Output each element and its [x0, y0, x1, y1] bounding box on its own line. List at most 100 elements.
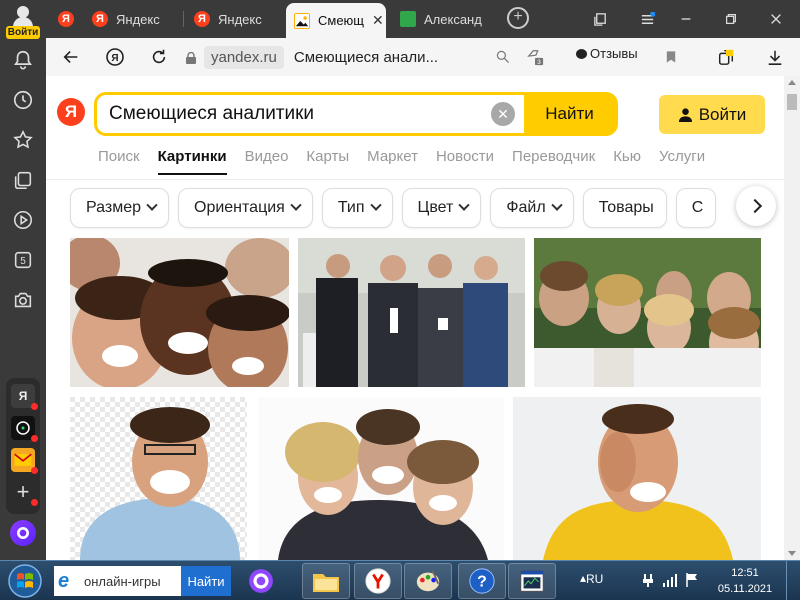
network-plug-icon[interactable]: [640, 572, 656, 591]
browser-menu-icon[interactable]: [634, 6, 660, 32]
mail-app-icon[interactable]: [11, 448, 38, 474]
service-tab-news[interactable]: Новости: [436, 148, 494, 175]
filter-size[interactable]: Размер: [70, 188, 169, 228]
notifications-bell-icon[interactable]: [8, 45, 38, 75]
restore-window-icon[interactable]: [718, 6, 744, 32]
url-domain: yandex.ru: [204, 45, 284, 69]
translate-icon[interactable]: [490, 44, 516, 70]
filter-more[interactable]: С: [675, 188, 717, 228]
search-input[interactable]: Смеющиеся аналитики: [97, 95, 491, 133]
add-app-icon[interactable]: +: [11, 479, 38, 506]
action-center-flag-icon[interactable]: [684, 572, 700, 591]
service-tab-translate[interactable]: Переводчик: [512, 148, 595, 175]
image-result[interactable]: [70, 397, 247, 560]
service-tab-search[interactable]: Поиск: [98, 148, 140, 175]
image-result[interactable]: [258, 397, 504, 560]
protect-badge-icon[interactable]: 3: [522, 44, 548, 70]
yandex-app-icon[interactable]: Я: [11, 384, 38, 410]
task-manager-icon[interactable]: [508, 563, 556, 599]
close-window-icon[interactable]: [763, 6, 789, 32]
services-nav: Поиск Картинки Видео Карты Маркет Новост…: [98, 148, 723, 175]
alice-taskbar-icon[interactable]: [240, 563, 282, 599]
image-result[interactable]: [298, 238, 525, 387]
svg-text:3: 3: [537, 59, 541, 66]
ie-logo-icon: e: [58, 570, 70, 592]
chevron-down-icon: [369, 199, 382, 211]
video-play-icon[interactable]: [8, 205, 38, 235]
tab-yandex-1[interactable]: Я Яндекс: [84, 3, 184, 35]
scroll-thumb[interactable]: [787, 94, 797, 110]
close-tab-icon[interactable]: ✕: [372, 12, 384, 29]
collections-icon[interactable]: [8, 165, 38, 195]
history-clock-icon[interactable]: [8, 85, 38, 115]
service-tab-q[interactable]: Кью: [613, 148, 641, 175]
extensions-icon[interactable]: [713, 44, 739, 70]
reviews-bubble-icon: [576, 48, 587, 59]
zen-five-icon[interactable]: 5: [8, 245, 38, 275]
filter-orientation[interactable]: Ориентация: [178, 188, 313, 228]
windows-taskbar: e онлайн-игры Найти ? ▴ RU 12:51 05.11.2…: [0, 560, 800, 600]
tab-alexander[interactable]: Александ: [392, 3, 500, 35]
yandex-favicon-icon: Я: [58, 11, 74, 27]
service-tab-images[interactable]: Картинки: [157, 148, 227, 175]
svg-text:Я: Я: [111, 53, 118, 64]
filters-next-button[interactable]: [736, 186, 776, 226]
image-result[interactable]: [513, 397, 761, 560]
language-indicator[interactable]: RU: [586, 572, 606, 586]
scroll-up-icon[interactable]: [788, 80, 796, 85]
tab-images-active[interactable]: Смеющ ✕: [286, 3, 386, 38]
help-icon[interactable]: ?: [458, 563, 506, 599]
screenshot-camera-icon[interactable]: [8, 285, 38, 315]
tabs-overview-icon[interactable]: [587, 6, 613, 32]
divider: [46, 179, 800, 180]
filter-color[interactable]: Цвет: [401, 188, 482, 228]
search-submit-button[interactable]: Найти: [524, 95, 615, 133]
yandex-browser-taskbar-icon[interactable]: [354, 563, 402, 599]
scroll-down-icon[interactable]: [788, 551, 796, 556]
minimize-window-icon[interactable]: [673, 6, 699, 32]
url-field[interactable]: yandex.ru Смеющиеся анали...: [186, 43, 616, 71]
filter-products[interactable]: Товары: [582, 188, 667, 228]
start-button[interactable]: [6, 563, 44, 599]
clear-search-icon[interactable]: ✕: [491, 102, 515, 126]
account-button[interactable]: Войти: [4, 4, 42, 40]
bookmark-flag-icon[interactable]: [658, 44, 684, 70]
paint-icon[interactable]: [404, 563, 452, 599]
page-content: Я Смеющиеся аналитики ✕ Найти Войти Поис…: [46, 76, 800, 560]
downloads-icon[interactable]: [762, 44, 788, 70]
filter-type[interactable]: Тип: [321, 188, 393, 228]
taskbar-search-button[interactable]: Найти: [181, 566, 231, 596]
taskbar-clock[interactable]: 12:51 05.11.2021: [712, 565, 778, 597]
signal-bars-icon[interactable]: [662, 572, 678, 591]
filter-file[interactable]: Файл: [490, 188, 574, 228]
back-arrow-icon[interactable]: [58, 44, 84, 70]
service-tab-video[interactable]: Видео: [245, 148, 289, 175]
alice-assistant-icon[interactable]: [10, 520, 36, 546]
tab-yandex-2[interactable]: Я Яндекс: [186, 3, 282, 35]
yandex-home-icon[interactable]: Я: [102, 44, 128, 70]
yandex-logo[interactable]: Я: [57, 98, 85, 126]
address-bar-row: Я yandex.ru Смеющиеся анали... 3 Отзывы: [46, 38, 800, 76]
image-result[interactable]: [70, 238, 289, 387]
chevron-down-icon: [551, 199, 563, 211]
music-app-icon[interactable]: [11, 416, 38, 442]
show-desktop-button[interactable]: [786, 561, 800, 600]
taskbar-search-input[interactable]: онлайн-игры: [84, 574, 181, 589]
reload-icon[interactable]: [146, 44, 172, 70]
file-explorer-icon[interactable]: [302, 563, 350, 599]
yandex-favicon-icon: Я: [92, 11, 108, 27]
login-button[interactable]: Войти: [659, 95, 765, 134]
bookmarks-star-icon[interactable]: [8, 125, 38, 155]
svg-text:?: ?: [477, 574, 487, 591]
lock-icon: [186, 51, 196, 64]
service-tab-services[interactable]: Услуги: [659, 148, 705, 175]
image-result[interactable]: [534, 238, 761, 387]
clock-time: 12:51: [731, 567, 759, 579]
service-tab-maps[interactable]: Карты: [306, 148, 349, 175]
tab-pinned-yandex[interactable]: Я: [50, 3, 82, 35]
new-tab-button[interactable]: +: [507, 7, 529, 29]
reviews-button[interactable]: Отзывы: [576, 46, 638, 61]
tab-bar: Я Я Яндекс Я Яндекс Смеющ ✕ Александ +: [46, 0, 800, 38]
service-tab-market[interactable]: Маркет: [367, 148, 418, 175]
page-scrollbar[interactable]: [784, 76, 800, 560]
